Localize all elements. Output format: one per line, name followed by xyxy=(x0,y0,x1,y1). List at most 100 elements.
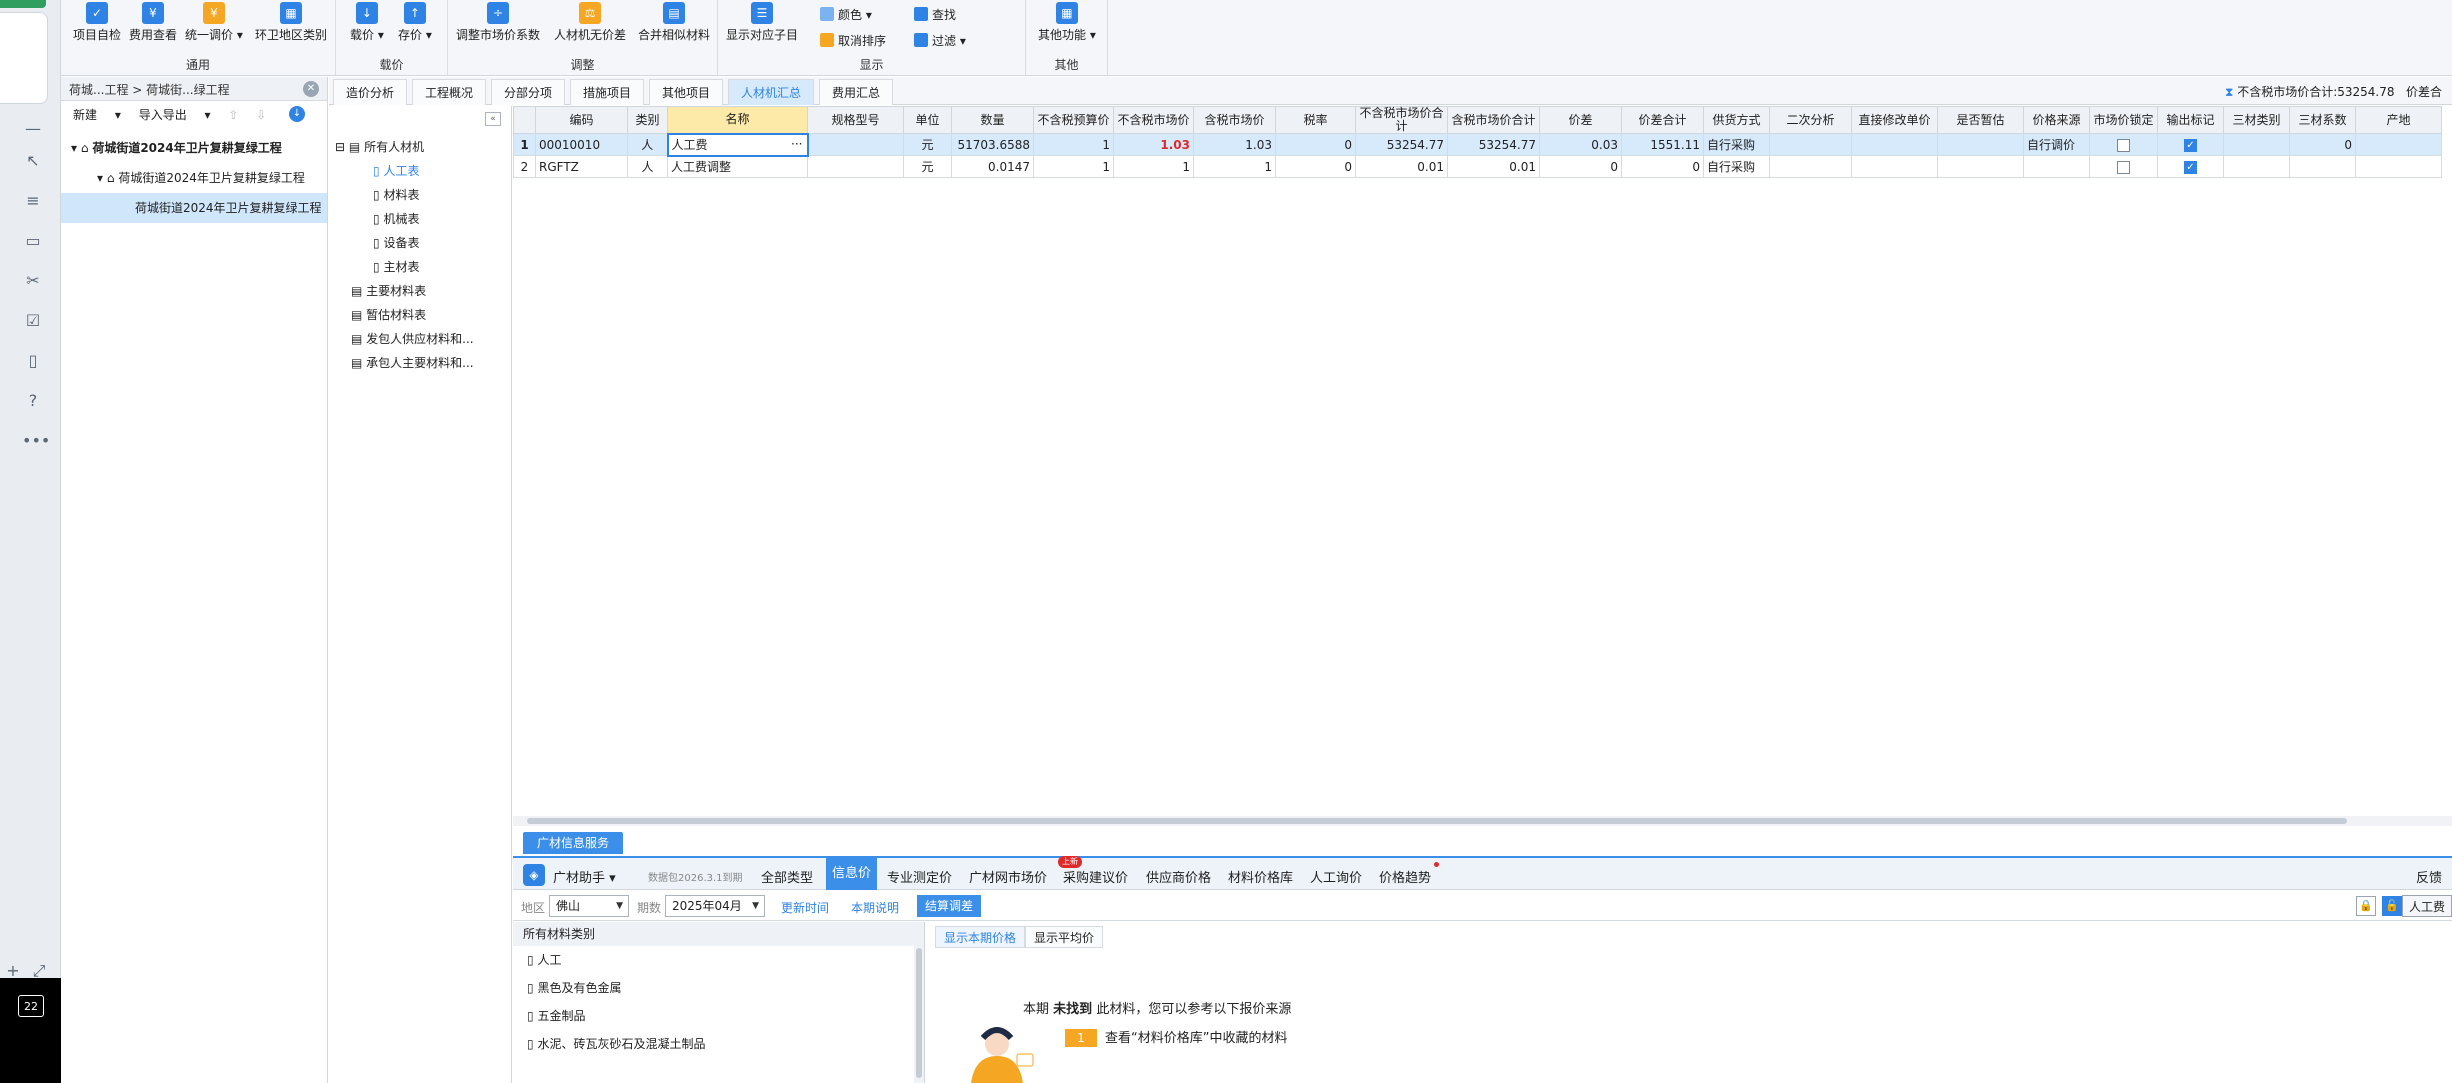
cat-material[interactable]: ▯ 材料表 xyxy=(373,186,419,203)
scroll-thumb[interactable] xyxy=(527,818,2347,824)
cell-budget[interactable]: 1 xyxy=(1033,133,1114,156)
col-header[interactable]: 单位 xyxy=(903,106,952,134)
cell-spec[interactable] xyxy=(807,155,904,178)
nav-all-types[interactable]: 全部类型 xyxy=(761,867,813,886)
tab-cost-analysis[interactable]: 造价分析 xyxy=(333,79,408,105)
col-header[interactable]: 税率 xyxy=(1275,106,1356,134)
more-icon[interactable]: ••• xyxy=(22,430,50,452)
cell-market[interactable]: 1.03 xyxy=(1113,133,1194,156)
list-item[interactable]: ▯ 黑色及有色金属 xyxy=(513,974,924,1002)
region-select[interactable]: 佛山 ▼ xyxy=(549,895,629,917)
cell-unit[interactable]: 元 xyxy=(903,133,952,156)
adjust-coef-button[interactable]: ÷ 调整市场价系数 xyxy=(456,2,540,43)
cell-origin[interactable] xyxy=(2355,133,2442,156)
table-row[interactable]: 1 00010010 人 人工费 ··· 元 51703.6588 1 1.03 … xyxy=(513,132,2442,157)
comment-icon[interactable]: ▭ xyxy=(22,230,44,252)
cell-diff-total[interactable]: 0 xyxy=(1621,155,1704,178)
cell-secondary[interactable] xyxy=(1769,155,1852,178)
project-check-button[interactable]: ✓ 项目自检 xyxy=(73,2,121,43)
tree-node-sub[interactable]: 荷城街道2024年卫片复耕复绿工程 xyxy=(61,193,327,223)
cell-secondary[interactable] xyxy=(1769,133,1852,156)
breadcrumb-text[interactable]: 荷城...工程 > 荷城街...绿工程 xyxy=(69,83,230,97)
cat-all[interactable]: ⊟ ▤ 所有人材机 xyxy=(335,138,424,155)
lock-checkbox[interactable] xyxy=(2117,160,2130,174)
cat-owner-supply[interactable]: ▤ 发包人供应材料和... xyxy=(351,330,474,347)
unlock-icon[interactable]: 🔓 xyxy=(2382,896,2402,916)
cat-provisional[interactable]: ▤ 暂估材料表 xyxy=(351,306,426,323)
close-icon[interactable]: ✕ xyxy=(303,81,319,97)
cat-main-material[interactable]: ▯ 主材表 xyxy=(373,258,419,275)
show-subitem-button[interactable]: ☰ 显示对应子目 xyxy=(726,2,798,43)
cell-lock[interactable] xyxy=(2089,133,2158,156)
merge-button[interactable]: ▤ 合并相似材料 xyxy=(638,2,710,43)
col-header[interactable]: 不含税市场价 xyxy=(1113,106,1194,134)
cell-supply[interactable]: 自行采购 xyxy=(1703,133,1770,156)
tab-material-summary[interactable]: 人材机汇总 xyxy=(728,79,815,105)
tree-node-unit[interactable]: ▾ ⌂ 荷城街道2024年卫片复耕复绿工程 xyxy=(61,163,327,193)
unified-price-button[interactable]: ¥ 统一调价 ▾ xyxy=(185,2,243,43)
update-time-link[interactable]: 更新时间 xyxy=(781,899,829,916)
cell-lock[interactable] xyxy=(2089,155,2158,178)
col-header[interactable]: 含税市场价合计 xyxy=(1447,106,1540,134)
brand-menu[interactable]: 广材助手 ▾ xyxy=(553,867,616,886)
fee-view-button[interactable]: ¥ 费用查看 xyxy=(129,2,177,43)
cell-qty[interactable]: 0.0147 xyxy=(951,155,1034,178)
list-item[interactable]: ▯ 人工 xyxy=(513,946,924,974)
cell-name[interactable]: 人工费调整 xyxy=(667,155,808,178)
col-header[interactable]: 类别 xyxy=(627,106,668,134)
nav-labor-inquiry[interactable]: 人工询价 xyxy=(1310,867,1362,886)
sliders-icon[interactable]: ≡ xyxy=(22,190,44,212)
col-header[interactable]: 名称 xyxy=(667,106,808,134)
col-header[interactable]: 价差合计 xyxy=(1621,106,1704,134)
cell-tax-market[interactable]: 1.03 xyxy=(1193,133,1276,156)
cell-source[interactable] xyxy=(2023,155,2090,178)
list-item[interactable]: ▯ 水泥、砖瓦灰砂石及混凝土制品 xyxy=(513,1030,924,1058)
more-icon[interactable]: ··· xyxy=(791,137,802,151)
no-diff-button[interactable]: ⚖ 人材机无价差 xyxy=(554,2,626,43)
cell-budget[interactable]: 1 xyxy=(1033,155,1114,178)
nav-supplier[interactable]: 供应商价格 xyxy=(1146,867,1211,886)
cell-three-coef[interactable]: 0 xyxy=(2289,133,2356,156)
period-select[interactable]: 2025年04月 ▼ xyxy=(665,895,765,917)
col-header[interactable]: 三材系数 xyxy=(2289,106,2356,134)
cell-three-type[interactable] xyxy=(2223,155,2290,178)
cell-unit[interactable]: 元 xyxy=(903,155,952,178)
cat-contractor-main[interactable]: ▤ 承包人主要材料和... xyxy=(351,354,474,371)
nav-trend[interactable]: 价格趋势 xyxy=(1379,867,1431,886)
col-header[interactable]: 价格来源 xyxy=(2023,106,2090,134)
period-notes-link[interactable]: 本期说明 xyxy=(851,899,899,916)
settle-adjust-button[interactable]: 结算调差 xyxy=(917,895,982,917)
col-header[interactable]: 市场价锁定 xyxy=(2089,106,2158,134)
down-icon[interactable]: ⇩ xyxy=(256,108,266,122)
col-header[interactable]: 供货方式 xyxy=(1703,106,1770,134)
labor-button[interactable]: 人工费 xyxy=(2401,895,2452,917)
cell-supply[interactable]: 自行采购 xyxy=(1703,155,1770,178)
cell-provisional[interactable] xyxy=(1937,133,2024,156)
lock-checkbox[interactable] xyxy=(2117,138,2130,152)
cell-output[interactable]: ✓ xyxy=(2157,155,2224,178)
col-header[interactable]: 不含税预算价 xyxy=(1033,106,1114,134)
cell-diff-total[interactable]: 1551.11 xyxy=(1621,133,1704,156)
minus-box-icon[interactable]: ⊟ xyxy=(335,140,345,154)
cell-tax-total[interactable]: 0.01 xyxy=(1447,155,1540,178)
tab-other[interactable]: 其他项目 xyxy=(649,79,724,105)
cell-type[interactable]: 人 xyxy=(627,133,668,156)
up-icon[interactable]: ⇧ xyxy=(228,108,238,122)
col-header[interactable]: 三材类别 xyxy=(2223,106,2290,134)
cell-spec[interactable] xyxy=(807,133,904,156)
col-header[interactable]: 二次分析 xyxy=(1769,106,1852,134)
help-icon[interactable]: ? xyxy=(22,390,44,412)
cell-source[interactable]: 自行调价 xyxy=(2023,133,2090,156)
cancel-sort-button[interactable]: 取消排序 xyxy=(820,32,886,49)
col-header[interactable]: 规格型号 xyxy=(807,106,904,134)
tip-item[interactable]: 1 查看“材料价格库”中收藏的材料 xyxy=(1065,1027,1287,1047)
vertical-scrollbar[interactable] xyxy=(914,946,924,1083)
check-icon[interactable]: ☑ xyxy=(22,310,44,332)
scroll-thumb[interactable] xyxy=(916,948,922,1078)
tab-current-price[interactable]: 显示本期价格 xyxy=(935,926,1026,948)
filter-button[interactable]: 过滤 ▾ xyxy=(914,32,966,49)
tab-items[interactable]: 分部分项 xyxy=(491,79,566,105)
feedback-link[interactable]: 反馈 xyxy=(2416,867,2442,886)
new-button[interactable]: 新建 ▾ xyxy=(73,108,121,122)
cell-diff[interactable]: 0 xyxy=(1539,155,1622,178)
